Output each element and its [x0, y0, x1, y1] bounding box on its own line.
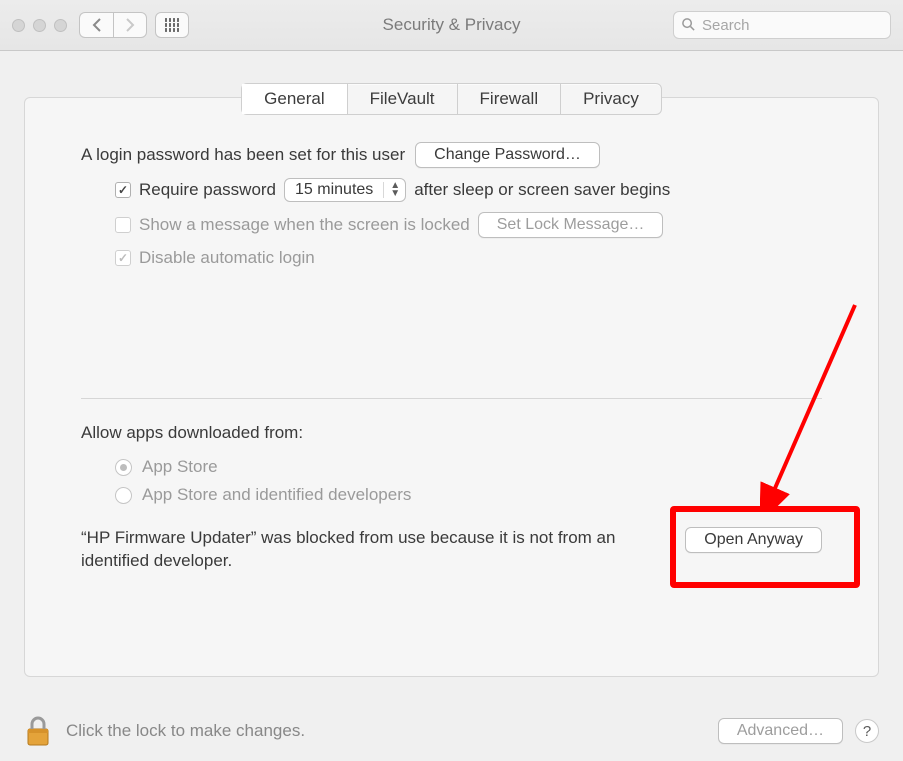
search-input[interactable]	[673, 11, 891, 39]
lock-hint-text: Click the lock to make changes.	[66, 721, 305, 741]
show-message-checkbox[interactable]	[115, 217, 131, 233]
blocked-app-message: “HP Firmware Updater” was blocked from u…	[81, 527, 661, 573]
forward-button[interactable]	[113, 12, 147, 38]
radio-app-store[interactable]	[115, 459, 132, 476]
tab-filevault[interactable]: FileVault	[348, 84, 458, 114]
tab-privacy[interactable]: Privacy	[561, 84, 661, 114]
set-lock-message-button[interactable]: Set Lock Message…	[478, 212, 664, 238]
require-password-delay-value: 15 minutes	[295, 181, 373, 199]
require-password-label: Require password	[139, 180, 276, 200]
grid-icon	[165, 18, 179, 32]
help-button[interactable]: ?	[855, 719, 879, 743]
advanced-button[interactable]: Advanced…	[718, 718, 843, 744]
lock-icon[interactable]	[24, 715, 52, 747]
show-message-label: Show a message when the screen is locked	[139, 215, 470, 235]
tab-firewall[interactable]: Firewall	[458, 84, 562, 114]
radio-identified-developers-label: App Store and identified developers	[142, 485, 411, 505]
allow-apps-label: Allow apps downloaded from:	[81, 423, 822, 443]
footer: Click the lock to make changes. Advanced…	[24, 715, 879, 747]
window-toolbar: Security & Privacy	[0, 0, 903, 51]
tabs: General FileVault Firewall Privacy	[25, 83, 878, 115]
disable-auto-login-label: Disable automatic login	[139, 248, 315, 268]
close-window-button[interactable]	[12, 19, 25, 32]
after-sleep-label: after sleep or screen saver begins	[414, 180, 670, 200]
radio-app-store-label: App Store	[142, 457, 218, 477]
search-icon	[681, 17, 696, 32]
change-password-button[interactable]: Change Password…	[415, 142, 600, 168]
stepper-icon: ▲▼	[383, 182, 400, 198]
traffic-lights	[12, 19, 67, 32]
minimize-window-button[interactable]	[33, 19, 46, 32]
login-password-label: A login password has been set for this u…	[81, 145, 405, 165]
tab-general[interactable]: General	[242, 84, 347, 114]
open-anyway-button[interactable]: Open Anyway	[685, 527, 822, 553]
radio-identified-developers[interactable]	[115, 487, 132, 504]
chevron-left-icon	[92, 18, 102, 32]
search-container	[673, 11, 891, 39]
back-button[interactable]	[79, 12, 113, 38]
show-all-button[interactable]	[155, 12, 189, 38]
preferences-panel: General FileVault Firewall Privacy A log…	[24, 97, 879, 677]
chevron-right-icon	[125, 18, 135, 32]
require-password-checkbox[interactable]	[115, 182, 131, 198]
zoom-window-button[interactable]	[54, 19, 67, 32]
nav-buttons	[79, 12, 147, 38]
require-password-delay-select[interactable]: 15 minutes ▲▼	[284, 178, 406, 202]
disable-auto-login-checkbox[interactable]	[115, 250, 131, 266]
divider	[81, 398, 822, 399]
